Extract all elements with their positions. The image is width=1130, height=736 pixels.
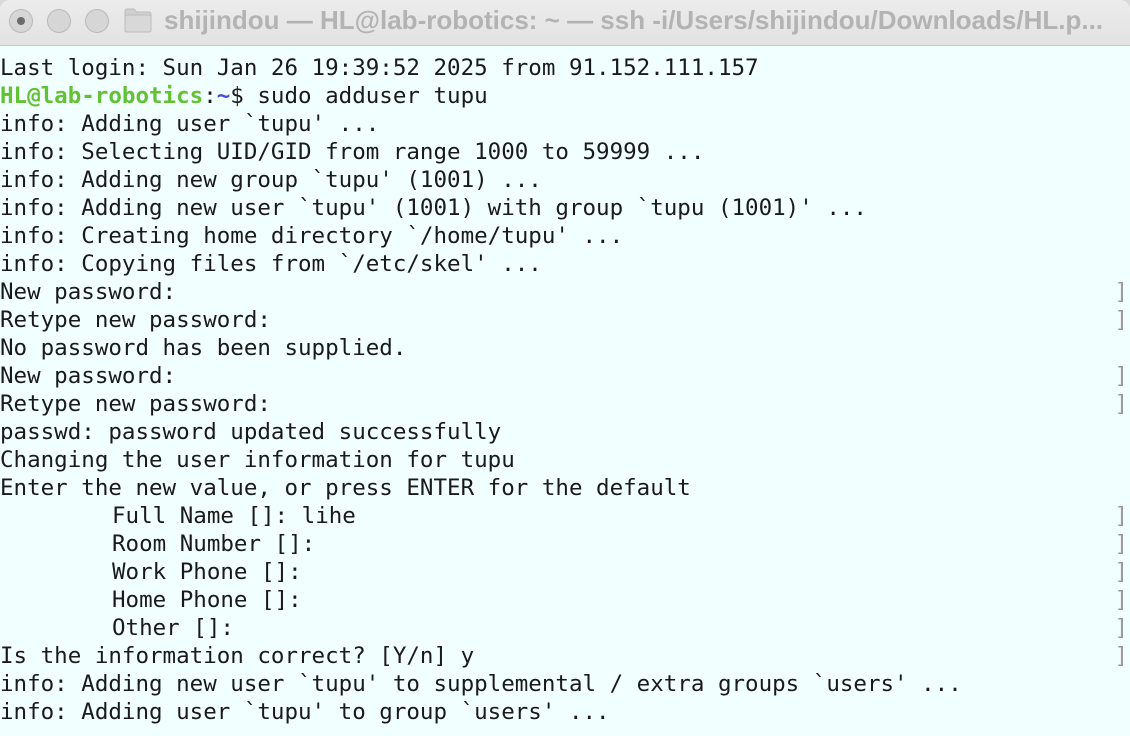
terminal-window: shijindou — HL@lab-robotics: ~ — ssh -i/…	[0, 0, 1130, 736]
line-marker: ]	[1114, 559, 1128, 585]
output-line: info: Adding new user `tupu' to suppleme…	[0, 671, 962, 697]
line-marker: ]	[1114, 643, 1128, 669]
output-line: info: Selecting UID/GID from range 1000 …	[0, 139, 705, 165]
output-line: info: Adding new group `tupu' (1001) ...	[0, 167, 542, 193]
line-marker: ]	[1114, 531, 1128, 557]
zoom-button[interactable]	[85, 9, 109, 33]
prompt-command: sudo adduser tupu	[257, 83, 488, 109]
output-line: No password has been supplied.	[0, 335, 407, 361]
line-marker: ]	[1114, 587, 1128, 613]
confirm-line: Is the information correct? [Y/n] y]	[0, 642, 1130, 670]
line-marker: ]	[1114, 503, 1128, 529]
window-title: shijindou — HL@lab-robotics: ~ — ssh -i/…	[164, 5, 1104, 35]
line-text: Home Phone []:	[112, 587, 302, 613]
output-line: Changing the user information for tupu	[0, 447, 515, 473]
line-text: New password:	[0, 363, 177, 389]
user-info-line: Other []:]	[0, 614, 1130, 642]
line-marker: ]	[1114, 307, 1128, 333]
terminal-output[interactable]: Last login: Sun Jan 26 19:39:52 2025 fro…	[0, 54, 1130, 726]
line-marker: ]	[1114, 391, 1128, 417]
output-line: info: Adding new user `tupu' (1001) with…	[0, 195, 867, 221]
line-marker: ]	[1114, 279, 1128, 305]
prompt-path: ~	[216, 83, 231, 109]
password-prompt-line: Retype new password:]	[0, 390, 1130, 418]
password-prompt-line: New password:]	[0, 362, 1130, 390]
minimize-button[interactable]	[47, 9, 71, 33]
user-info-line: Full Name []: lihe]	[0, 502, 1130, 530]
output-line: passwd: password updated successfully	[0, 419, 502, 445]
line-text: Room Number []:	[112, 531, 316, 557]
output-line: info: Creating home directory `/home/tup…	[0, 223, 624, 249]
line-text: Retype new password:	[0, 391, 271, 417]
user-info-line: Work Phone []:]	[0, 558, 1130, 586]
output-line: info: Adding user `tupu' ...	[0, 111, 380, 137]
line-text: Retype new password:	[0, 307, 271, 333]
last-login-line: Last login: Sun Jan 26 19:39:52 2025 fro…	[0, 55, 759, 81]
line-marker: ]	[1114, 615, 1128, 641]
line-text: New password:	[0, 279, 177, 305]
user-info-line: Home Phone []:]	[0, 586, 1130, 614]
output-line: Enter the new value, or press ENTER for …	[0, 475, 691, 501]
output-line: info: Adding user `tupu' to group `users…	[0, 699, 610, 725]
user-info-line: Room Number []:]	[0, 530, 1130, 558]
prompt-separator: :	[203, 83, 217, 109]
password-prompt-line: New password:]	[0, 278, 1130, 306]
line-marker: ]	[1114, 363, 1128, 389]
line-text: Work Phone []:	[112, 559, 302, 585]
line-text: Is the information correct? [Y/n] y	[0, 643, 475, 669]
title-bar[interactable]: shijindou — HL@lab-robotics: ~ — ssh -i/…	[0, 0, 1130, 46]
output-line: info: Copying files from `/etc/skel' ...	[0, 251, 542, 277]
prompt-dollar: $	[230, 83, 258, 109]
prompt-user-host: HL@lab-robotics	[0, 83, 204, 109]
close-button[interactable]	[9, 9, 33, 33]
prompt-line: HL@lab-robotics:~$ sudo adduser tupu	[0, 82, 1130, 110]
password-prompt-line: Retype new password:]	[0, 306, 1130, 334]
folder-icon	[124, 8, 152, 33]
line-text: Full Name []: lihe	[112, 503, 356, 529]
line-text: Other []:	[112, 615, 234, 641]
